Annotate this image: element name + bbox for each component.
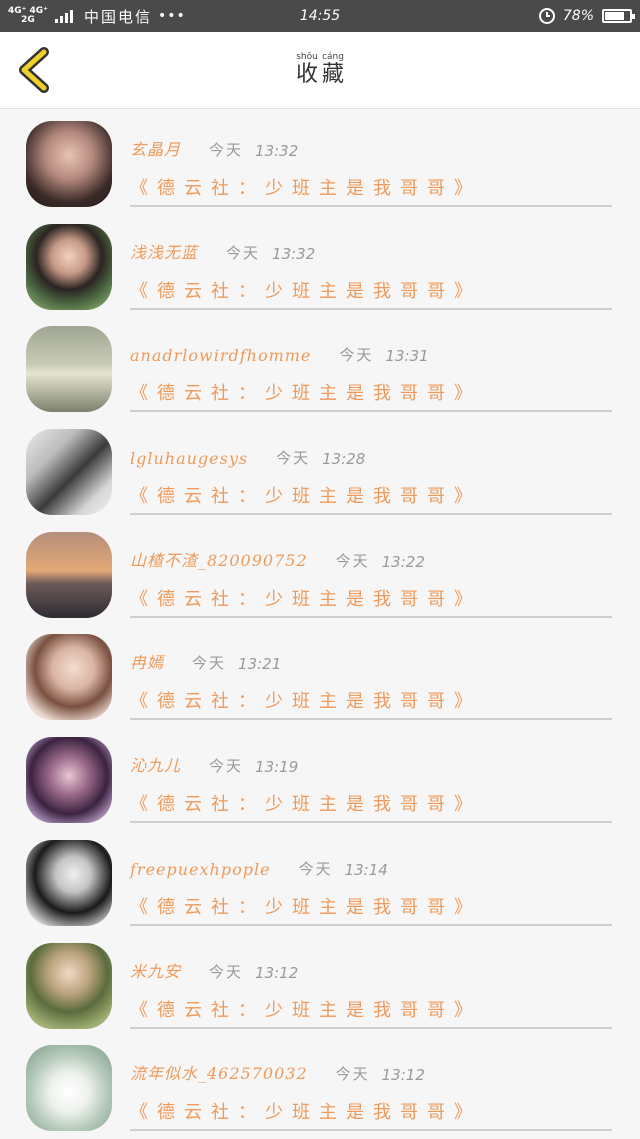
favorites-list: 玄晶月 今天 13:32 《德云社：少班主是我哥哥》 浅浅无蓝 今天 13:32… — [0, 112, 640, 1139]
user-name[interactable]: lgluhaugesys — [130, 449, 248, 468]
user-name[interactable]: 流年似水_462570032 — [130, 1060, 308, 1084]
entry-time: 13:12 — [381, 1066, 425, 1085]
entry-time: 13:28 — [322, 450, 366, 469]
entry-header: 浅浅无蓝 今天 13:32 — [130, 229, 315, 263]
entry-time: 13:32 — [255, 142, 299, 160]
divider — [130, 718, 612, 721]
avatar[interactable] — [26, 531, 112, 618]
entry-date: 今天 — [209, 141, 244, 159]
avatar[interactable] — [26, 634, 112, 721]
entry-time: 13:19 — [255, 758, 299, 777]
book-title[interactable]: 《德云社：少班主是我哥哥》 — [130, 174, 481, 200]
book-title[interactable]: 《德云社：少班主是我哥哥》 — [130, 893, 481, 919]
user-name[interactable]: 米九安 — [130, 958, 181, 982]
entry-header: 流年似水_462570032 今天 13:12 — [130, 1050, 425, 1084]
divider — [130, 1026, 612, 1029]
avatar[interactable] — [26, 942, 112, 1029]
title-hanzi-2: 藏 — [322, 62, 345, 87]
list-item[interactable]: 浅浅无蓝 今天 13:32 《德云社：少班主是我哥哥》 — [0, 215, 640, 318]
list-item[interactable]: 米九安 今天 13:12 《德云社：少班主是我哥哥》 — [0, 934, 640, 1037]
list-item[interactable]: freepuexhpople 今天 13:14 《德云社：少班主是我哥哥》 — [0, 831, 640, 934]
avatar[interactable] — [26, 223, 112, 310]
entry-date: 今天 — [209, 757, 244, 776]
divider — [130, 923, 612, 926]
divider — [130, 615, 612, 618]
entry-date: 今天 — [192, 654, 227, 673]
title-pinyin-1: shōu — [296, 52, 318, 62]
title-char-1: shōu 收 — [296, 52, 318, 88]
entry-time: 13:32 — [272, 244, 316, 263]
book-title[interactable]: 《德云社：少班主是我哥哥》 — [130, 277, 481, 303]
entry-header: 沁九儿 今天 13:19 — [130, 742, 298, 776]
entry-date: 今天 — [339, 346, 374, 365]
battery-icon — [602, 9, 635, 23]
entry-date: 今天 — [209, 962, 244, 981]
divider — [130, 205, 612, 207]
entry-date: 今天 — [335, 1065, 370, 1084]
avatar[interactable] — [26, 121, 112, 207]
book-title[interactable]: 《德云社：少班主是我哥哥》 — [130, 687, 481, 713]
entry-time: 13:21 — [238, 655, 282, 674]
list-item[interactable]: 山楂不渣_820090752 今天 13:22 《德云社：少班主是我哥哥》 — [0, 523, 640, 626]
battery-percent: 78% — [562, 8, 594, 24]
user-name[interactable]: 玄晶月 — [130, 136, 181, 160]
user-name[interactable]: 冉嫣 — [130, 649, 164, 673]
alarm-icon — [538, 8, 555, 24]
book-title[interactable]: 《德云社：少班主是我哥哥》 — [130, 585, 481, 611]
book-title[interactable]: 《德云社：少班主是我哥哥》 — [130, 1098, 481, 1124]
list-item[interactable]: 玄晶月 今天 13:32 《德云社：少班主是我哥哥》 — [0, 112, 640, 215]
entry-date: 今天 — [335, 551, 370, 570]
divider — [130, 410, 612, 413]
entry-header: 米九安 今天 13:12 — [130, 948, 298, 982]
book-title[interactable]: 《德云社：少班主是我哥哥》 — [130, 996, 481, 1022]
title-hanzi-1: 收 — [295, 62, 318, 87]
user-name[interactable]: 山楂不渣_820090752 — [130, 547, 308, 571]
entry-header: 玄晶月 今天 13:32 — [130, 126, 298, 160]
divider — [130, 1129, 612, 1132]
avatar[interactable] — [26, 839, 112, 926]
list-item[interactable]: 流年似水_462570032 今天 13:12 《德云社：少班主是我哥哥》 — [0, 1036, 640, 1139]
divider — [130, 821, 612, 824]
book-title[interactable]: 《德云社：少班主是我哥哥》 — [130, 379, 481, 405]
entry-header: lgluhaugesys 今天 13:28 — [130, 434, 365, 468]
entry-header: 山楂不渣_820090752 今天 13:22 — [130, 537, 425, 571]
user-name[interactable]: 浅浅无蓝 — [130, 239, 198, 263]
divider — [130, 513, 612, 516]
status-bar: 4G⁺ 4G⁺ 2G 中国电信 ••• 14:55 78% — [0, 0, 640, 32]
entry-header: 冉嫣 今天 13:21 — [130, 639, 281, 673]
battery-fill — [605, 12, 624, 20]
entry-date: 今天 — [298, 859, 333, 878]
entry-time: 13:31 — [385, 347, 429, 366]
header: shōu 收 cáng 藏 — [0, 32, 640, 109]
avatar[interactable] — [26, 429, 112, 516]
status-right: 78% — [538, 0, 635, 32]
entry-time: 13:14 — [344, 860, 388, 879]
list-item[interactable]: 冉嫣 今天 13:21 《德云社：少班主是我哥哥》 — [0, 625, 640, 728]
entry-header: freepuexhpople 今天 13:14 — [130, 845, 388, 879]
avatar[interactable] — [26, 737, 112, 824]
list-item[interactable]: lgluhaugesys 今天 13:28 《德云社：少班主是我哥哥》 — [0, 420, 640, 523]
user-name[interactable]: freepuexhpople — [130, 860, 271, 879]
list-item[interactable]: anadrlowirdfhomme 今天 13:31 《德云社：少班主是我哥哥》 — [0, 317, 640, 420]
list-item[interactable]: 沁九儿 今天 13:19 《德云社：少班主是我哥哥》 — [0, 728, 640, 831]
entry-date: 今天 — [226, 243, 261, 262]
user-name[interactable]: 沁九儿 — [130, 752, 181, 776]
divider — [130, 307, 612, 310]
entry-time: 13:12 — [255, 963, 299, 982]
entry-header: anadrlowirdfhomme 今天 13:31 — [130, 331, 429, 365]
page-title: shōu 收 cáng 藏 — [0, 32, 640, 108]
book-title[interactable]: 《德云社：少班主是我哥哥》 — [130, 482, 481, 508]
user-name[interactable]: anadrlowirdfhomme — [130, 346, 311, 365]
book-title[interactable]: 《德云社：少班主是我哥哥》 — [130, 790, 481, 816]
entry-date: 今天 — [276, 449, 311, 468]
avatar[interactable] — [26, 1045, 112, 1132]
title-pinyin-2: cáng — [322, 52, 344, 62]
avatar[interactable] — [26, 326, 112, 413]
title-char-2: cáng 藏 — [322, 52, 344, 88]
entry-time: 13:22 — [381, 552, 425, 571]
